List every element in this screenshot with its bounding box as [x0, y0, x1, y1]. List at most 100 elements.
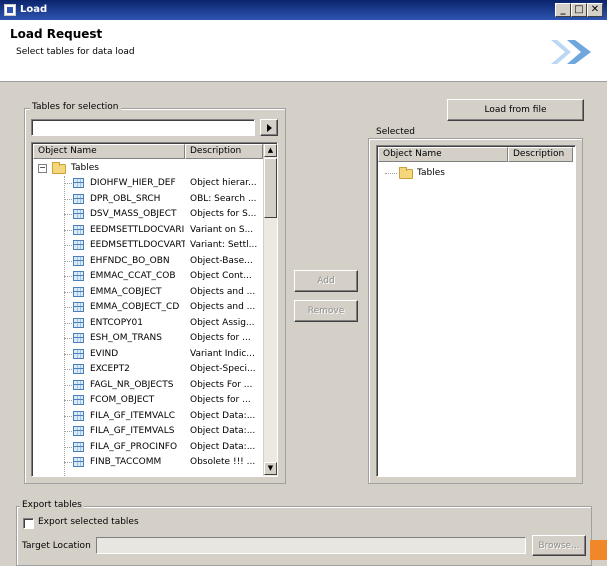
table-icon — [73, 379, 84, 390]
table-row[interactable]: FILA_GF_PROCINFO Object Data:... — [32, 440, 262, 456]
table-row-name: EVIND — [90, 348, 119, 359]
table-row[interactable]: EMMA_COBJECT Objects and ... — [32, 285, 262, 301]
selected-legend: Selected — [374, 127, 418, 137]
table-row-description: Objects and ... — [190, 302, 256, 312]
browse-button[interactable]: Browse... — [532, 535, 586, 556]
tree-root-label: Tables — [71, 163, 99, 173]
arrow-right-icon — [267, 123, 272, 132]
column-header-object-name[interactable]: Object Name — [33, 144, 185, 159]
table-row-description: Objects for S... — [190, 209, 257, 219]
table-icon — [73, 209, 84, 219]
header-subtitle: Select tables for data load — [16, 47, 135, 57]
search-go-button[interactable] — [260, 119, 278, 136]
table-row-name: ESH_OM_TRANS — [90, 333, 163, 343]
table-row[interactable]: DSV_MASS_OBJECT Objects for S... — [32, 207, 262, 223]
target-location-label: Target Location — [22, 541, 91, 551]
export-tables-legend: Export tables — [20, 500, 84, 510]
table-icon — [73, 271, 84, 281]
table-icon — [73, 333, 84, 343]
selected-column-header-description[interactable]: Description — [508, 147, 573, 162]
table-row-description: Object Cont... — [190, 271, 252, 281]
table-row-name: EHFNDC_BO_OBN — [90, 255, 170, 266]
dialog-header: Load Request Select tables for data load — [0, 20, 607, 82]
table-row[interactable]: ENTCOPY01 Object Assig... — [32, 316, 262, 332]
collapse-icon[interactable]: − — [38, 164, 47, 173]
table-row[interactable]: EMMAC_CCAT_COB Object Cont... — [32, 269, 262, 285]
table-row[interactable]: EMMA_COBJECT_CD Objects and ... — [32, 300, 262, 316]
table-row-name: EEDMSETTLDOCVART — [90, 240, 185, 250]
table-row[interactable]: FAGL_NR_OBJECTS Objects For ... — [32, 378, 262, 394]
folder-icon — [52, 162, 66, 174]
selected-tree-root-label: Tables — [417, 168, 445, 178]
table-row[interactable]: FINB_TACCOMM Obsolete !!! ... — [32, 455, 262, 471]
remove-button[interactable]: Remove — [294, 300, 358, 322]
table-row[interactable]: DIOHFW_HIER_DEF Object hierar... — [32, 176, 262, 192]
table-icon — [73, 255, 84, 266]
table-icon — [73, 364, 84, 374]
available-tables-tree[interactable]: Object Name Description − Tables DIOHFW_… — [31, 142, 278, 477]
table-icon — [73, 193, 84, 204]
title-bar: Load _ □ ✕ — [0, 0, 607, 20]
table-row[interactable]: DPR_OBL_SRCH OBL: Search ... — [32, 192, 262, 208]
add-button[interactable]: Add — [294, 270, 358, 292]
table-icon — [73, 302, 84, 312]
table-row-name: FAGL_NR_OBJECTS — [90, 379, 174, 390]
table-row[interactable]: EHFNDC_BO_OBN Object-Base... — [32, 254, 262, 270]
scroll-down-icon[interactable]: ▼ — [264, 462, 277, 475]
table-row[interactable]: FCOM_OBJECT Objects for ... — [32, 393, 262, 409]
table-row-name: EEDMSETTLDOCVARI — [90, 224, 185, 235]
selected-column-header-object-name[interactable]: Object Name — [378, 147, 508, 162]
table-icon — [73, 240, 84, 250]
banner-arrows-icon — [551, 40, 591, 64]
table-icon — [73, 441, 84, 452]
available-tables-scrollbar[interactable]: ▲ ▼ — [263, 144, 277, 476]
table-row-name: FILA_GF_ITEMVALS — [90, 426, 175, 436]
tree-root-tables[interactable]: − Tables — [38, 161, 266, 176]
table-row[interactable]: ESH_OM_TRANS Objects for ... — [32, 331, 262, 347]
table-search-input[interactable] — [31, 119, 255, 136]
table-icon — [73, 395, 84, 405]
table-row-name: EXCEPT2 — [90, 364, 130, 374]
table-row-description: Object Data:... — [190, 441, 256, 452]
table-row-name: FILA_GF_PROCINFO — [90, 441, 178, 452]
selected-tables-tree[interactable]: Object Name Description Tables — [376, 145, 576, 477]
table-row[interactable]: EXCEPT2 Object-Speci... — [32, 362, 262, 378]
table-row[interactable]: EEDMSETTLDOCVARI Variant on S... — [32, 223, 262, 239]
table-row[interactable]: EVIND Variant Indic... — [32, 347, 262, 363]
table-row-name: EMMA_COBJECT — [90, 286, 162, 297]
table-row-description: Variant on S... — [190, 224, 254, 235]
table-row-name: DSV_MASS_OBJECT — [90, 209, 177, 219]
export-selected-checkbox[interactable] — [23, 518, 34, 529]
tables-for-selection-legend: Tables for selection — [30, 102, 121, 112]
table-icon — [73, 317, 84, 328]
selected-tree-root[interactable]: Tables — [385, 166, 485, 181]
table-icon — [73, 224, 84, 235]
close-icon[interactable]: ✕ — [587, 3, 603, 17]
table-row-description: Object Assig... — [190, 317, 255, 328]
load-from-file-button[interactable]: Load from file — [447, 99, 584, 121]
table-row-description: Objects for ... — [190, 395, 251, 405]
table-row-name: DIOHFW_HIER_DEF — [90, 178, 176, 188]
export-tables-group — [16, 506, 592, 566]
table-icon — [73, 286, 84, 297]
scroll-up-icon[interactable]: ▲ — [264, 144, 277, 157]
table-icon — [73, 348, 84, 359]
table-row[interactable]: FILA_GF_ITEMVALS Object Data:... — [32, 424, 262, 440]
table-icon — [73, 410, 84, 421]
scroll-thumb[interactable] — [264, 158, 277, 218]
table-row-name: EMMAC_CCAT_COB — [90, 271, 176, 281]
minimize-icon[interactable]: _ — [555, 3, 571, 17]
header-title: Load Request — [10, 27, 103, 41]
table-row-description: Object Data:... — [190, 410, 256, 421]
table-row[interactable]: EEDMSETTLDOCVART Variant: Settl... — [32, 238, 262, 254]
table-row-name: ENTCOPY01 — [90, 317, 143, 328]
table-row[interactable]: FILA_GF_ITEMVALC Object Data:... — [32, 409, 262, 425]
table-row-name: DPR_OBL_SRCH — [90, 193, 161, 204]
table-row-description: OBL: Search ... — [190, 193, 257, 204]
target-location-input[interactable] — [96, 537, 526, 554]
taskbar-corner — [590, 540, 607, 560]
table-row-description: Variant Indic... — [190, 348, 255, 359]
table-row-name: FCOM_OBJECT — [90, 395, 155, 405]
maximize-icon[interactable]: □ — [571, 3, 587, 17]
column-header-description[interactable]: Description — [185, 144, 263, 159]
